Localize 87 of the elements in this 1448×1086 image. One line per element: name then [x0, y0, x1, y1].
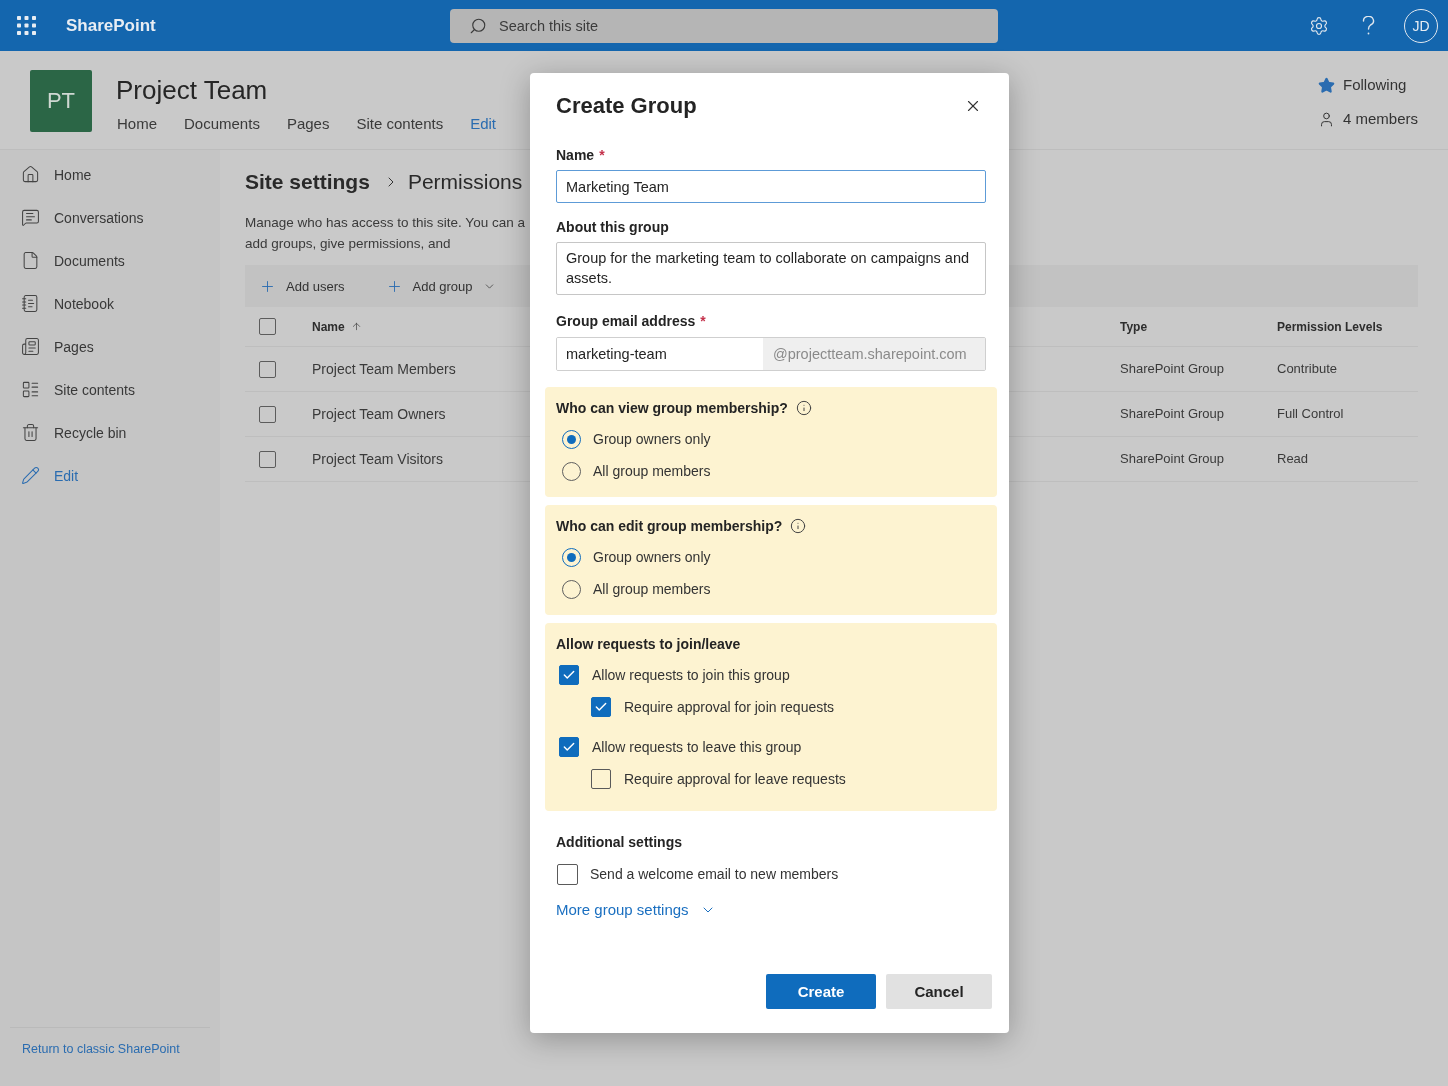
nav-item[interactable]: Pages	[0, 325, 220, 368]
nav-item[interactable]: Site contents	[0, 368, 220, 411]
checkbox[interactable]	[259, 360, 276, 378]
description-text: Manage who has access to this site. You can a	[245, 214, 525, 232]
checkbox[interactable]	[259, 405, 276, 423]
group-name-cell[interactable]: Project Team Members	[312, 360, 456, 378]
description-input[interactable]: Group for the marketing team to collaborate on campaigns and assets.	[556, 242, 986, 295]
site-title: Project Team	[116, 74, 268, 107]
nav-item[interactable]: Conversations	[0, 196, 220, 239]
chat-icon	[21, 208, 40, 227]
checkmark-icon	[562, 668, 576, 682]
option-label: Group owners only	[593, 431, 711, 447]
breadcrumb-item: Permissions	[407, 170, 523, 194]
section-title: Additional settings	[556, 833, 682, 852]
site-nav-link[interactable]: Home	[117, 114, 157, 134]
member-count[interactable]: 4 members	[1342, 109, 1418, 129]
trash-icon	[21, 423, 40, 442]
cancel-button[interactable]: Cancel	[886, 974, 992, 1009]
checkbox[interactable]	[259, 450, 276, 468]
search-box[interactable]: Search this site	[450, 8, 998, 43]
nav-item[interactable]: Notebook	[0, 282, 220, 325]
table-cell: SharePoint Group	[1120, 450, 1225, 468]
description-text: add groups, give permissions, and	[245, 235, 451, 253]
table-cell: Read	[1277, 450, 1309, 468]
name-input[interactable]: Marketing Team	[556, 170, 986, 203]
option-label: Send a welcome email to new members	[590, 866, 839, 882]
pencil-icon	[21, 466, 40, 485]
create-button[interactable]: Create	[766, 974, 876, 1009]
option-label: Allow requests to join this group	[592, 667, 790, 683]
nav-item[interactable]: Home	[0, 153, 220, 196]
table-cell: SharePoint Group	[1120, 405, 1225, 423]
follow-status[interactable]: Following	[1342, 75, 1407, 95]
table-cell: Full Control	[1277, 405, 1344, 423]
site-logo[interactable]: PT	[30, 70, 92, 132]
checkbox[interactable]	[259, 318, 276, 335]
checkmark-icon	[562, 740, 576, 754]
column-header[interactable]: Type	[1120, 318, 1148, 335]
more-settings-link[interactable]: More group settings	[556, 900, 716, 920]
site-nav-link[interactable]: Pages	[286, 114, 330, 134]
list-icon	[21, 380, 40, 399]
option-label: All group members	[593, 463, 711, 479]
notebook-icon	[21, 294, 40, 313]
home-icon	[21, 165, 40, 184]
nav-item[interactable]: Documents	[0, 239, 220, 282]
newspaper-icon	[21, 337, 40, 356]
command-button[interactable]: Add users	[259, 271, 345, 301]
section-title: Allow requests to join/leave	[556, 635, 741, 654]
checkbox[interactable]	[557, 863, 578, 885]
email-domain-suffix: @projectteam.sharepoint.com	[763, 338, 985, 370]
document-icon	[21, 251, 40, 270]
dialog-title: Create Group	[556, 93, 697, 119]
field-label: Name *	[556, 146, 605, 165]
option-label: Group owners only	[593, 549, 711, 565]
info-icon[interactable]	[795, 400, 812, 416]
table-cell: SharePoint Group	[1120, 360, 1225, 378]
column-header[interactable]: Name	[312, 318, 345, 335]
search-input[interactable]: Search this site	[499, 15, 639, 36]
field-label: About this group	[556, 218, 669, 237]
app-launcher-icon[interactable]	[17, 16, 36, 35]
checkbox[interactable]	[591, 769, 611, 789]
group-name-cell[interactable]: Project Team Visitors	[312, 450, 443, 468]
option-label: Allow requests to leave this group	[592, 739, 802, 755]
star-icon[interactable]	[1317, 76, 1335, 94]
site-nav-link[interactable]: Documents	[184, 114, 260, 134]
app-name[interactable]: SharePoint	[66, 15, 156, 36]
section-title: Who can view group membership?	[556, 399, 788, 418]
option-label: Require approval for leave requests	[624, 771, 846, 787]
checkbox[interactable]	[559, 737, 579, 757]
field-label: Group email address *	[556, 312, 706, 331]
command-button[interactable]: Add group	[385, 271, 496, 301]
checkbox[interactable]	[591, 697, 611, 717]
site-nav-link[interactable]: Site contents	[356, 114, 444, 134]
settings-icon[interactable]	[1309, 15, 1329, 36]
info-icon[interactable]	[790, 518, 807, 534]
table-cell: Contribute	[1277, 360, 1337, 378]
search-icon	[469, 16, 487, 35]
nav-item[interactable]: Recycle bin	[0, 411, 220, 454]
option-label: Require approval for join requests	[624, 699, 835, 715]
breadcrumb-item[interactable]: Site settings	[245, 170, 370, 194]
checkmark-icon	[594, 700, 608, 714]
option-label: All group members	[593, 581, 711, 597]
section-title: Who can edit group membership?	[556, 517, 783, 536]
checkbox[interactable]	[559, 665, 579, 685]
help-icon[interactable]	[1362, 15, 1375, 36]
column-header[interactable]: Permission Levels	[1277, 318, 1383, 335]
group-name-cell[interactable]: Project Team Owners	[312, 405, 446, 423]
email-field[interactable]: marketing-team @projectteam.sharepoint.com	[556, 337, 986, 371]
